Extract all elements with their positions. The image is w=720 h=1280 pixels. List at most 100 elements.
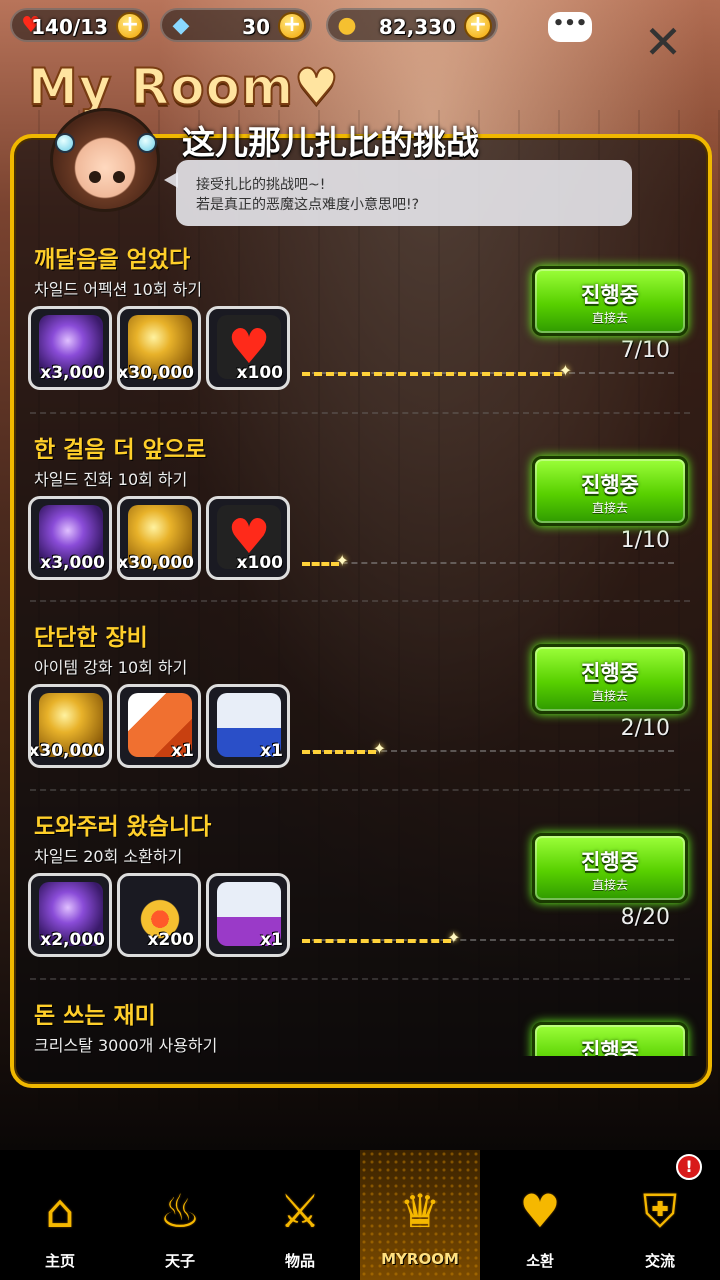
nav-item-物品[interactable]: ⚔ 物品 [240, 1150, 360, 1280]
mission-row: 돈 쓰는 재미크리스탈 3000개 사용하기 진행중直接去 [14, 978, 706, 1056]
hearts-counter: ♥ 140/13 + [10, 8, 150, 42]
close-icon[interactable]: ✕ [640, 19, 686, 68]
mission-row: 도와주러 왔습니다 차일드 20회 소환하기 x2,000 x200 x1 ✦ 8/20 진행… [14, 789, 706, 993]
reward-quantity: x100 [236, 363, 283, 383]
button-sublabel: 直接去 [591, 311, 628, 325]
reward-slot[interactable]: ♥ x100 [206, 496, 290, 580]
nav-label: 物品 [284, 1252, 315, 1270]
gems-value: 30 [242, 15, 270, 39]
reward-quantity: x30,000 [28, 741, 105, 761]
row-divider [30, 789, 690, 791]
row-divider [30, 412, 690, 414]
sparkle-icon: ✦ [372, 739, 387, 758]
sparkle-icon: ✦ [558, 361, 573, 380]
mission-row: 한 걸음 더 앞으로차일드 진화 10회 하기 x3,000 x30,000 ♥ x10… [14, 412, 706, 616]
progress-fill [302, 372, 563, 376]
reward-quantity: x1 [260, 930, 283, 950]
avatar-eye [113, 171, 125, 183]
bottom-nav: ⌂ 主页 ♨ 天子 ⚔ 物品 ♛ MYROOM ♥ 소환 ⛨ 交流 [0, 1150, 720, 1280]
row-divider [30, 978, 690, 980]
reward-slot[interactable]: x1 [117, 684, 201, 768]
mission-row: 깨달음을 얻었다차일드 어펙션 10회 하기 x3,000 x30,000 ♥ x100… [14, 236, 706, 426]
mission-title: 돈 쓰는 재미 [34, 1003, 156, 1029]
nav-item-交流[interactable]: ⛨ 交流 [600, 1150, 720, 1280]
sparkle-icon: ✦ [335, 551, 349, 570]
nav-item-天子[interactable]: ♨ 天子 [120, 1150, 240, 1280]
progress-count: 8/20 [620, 905, 670, 930]
mission-title: 도와주러 왔습니다 [34, 814, 212, 840]
reward-quantity: x3,000 [40, 553, 105, 573]
add-gold-button[interactable]: + [464, 12, 492, 40]
reward-slot[interactable]: x1 [206, 684, 290, 768]
mission-description: 아이템 강화 10회 하기 [34, 658, 188, 677]
in-progress-button[interactable]: 진행중 直接去 [532, 266, 688, 336]
reward-quantity: x100 [236, 553, 283, 573]
mission-description: 차일드 어펙션 10회 하기 [34, 280, 203, 299]
in-progress-button[interactable]: 진행중直接去 [532, 644, 688, 714]
mission-list[interactable]: 깨달음을 얻었다 차일드 어펙션 10회 하기 x3,000 x30,000 ♥ x100… [14, 236, 706, 1056]
reward-slot[interactable]: ♥ x100 [206, 306, 290, 390]
in-progress-button[interactable]: 진행중直接去 [532, 1022, 688, 1056]
gems-counter: ◆ 30 + [160, 8, 312, 42]
avatar [50, 108, 160, 212]
nav-item-소환[interactable]: ♥ 소환 [480, 1150, 600, 1280]
button-label: 진행중 [581, 283, 639, 307]
flame-icon: ♨ [159, 1184, 201, 1238]
reward-slot[interactable]: x1 [206, 873, 290, 957]
challenge-title: 这儿那儿扎比的挑战 [182, 123, 479, 162]
hearts-value: 140/13 [31, 15, 108, 39]
reward-slot[interactable]: x30,000 [117, 306, 201, 390]
home-icon: ⌂ [45, 1184, 75, 1238]
reward-quantity: x2,000 [40, 930, 105, 950]
avatar-eye [89, 171, 101, 183]
reward-slot[interactable]: x3,000 [28, 306, 112, 390]
mission-title: 단단한 장비 [34, 625, 148, 651]
reward-slot[interactable]: x2,000 [28, 873, 112, 957]
shield-icon: ⛨ [642, 1184, 678, 1238]
gold-coin-icon: ● [337, 13, 357, 38]
reward-quantity: x30,000 [117, 553, 194, 573]
progress-count: 2/10 [620, 716, 670, 741]
page-title: My Room♥ [27, 57, 340, 117]
nav-item-myroom[interactable]: ♛ MYROOM [360, 1150, 480, 1280]
speech-bubble: 接受扎比的挑战吧~! 若是真正的恶魔这点难度小意思吧!? [164, 160, 632, 226]
reward-quantity: x3,000 [40, 363, 105, 383]
mission-description: 차일드 20회 소환하기 [34, 847, 183, 866]
gem-icon: ◆ [172, 13, 190, 38]
add-hearts-button[interactable]: + [116, 12, 144, 40]
button-sublabel: 直接去 [591, 501, 628, 515]
mission-row: 단단한 장비아이템 강화 10회 하기 x30,000 x1 x1 ✦ 2/10 진행중 直接… [14, 600, 706, 804]
nav-label: 交流 [644, 1252, 675, 1270]
sword-shield-icon: ⚔ [279, 1184, 321, 1238]
nav-label: 天子 [164, 1252, 195, 1270]
reward-slot[interactable]: x3,000 [28, 496, 112, 580]
in-progress-button[interactable]: 진행중直接去 [532, 456, 688, 526]
button-sublabel: 直接去 [591, 689, 628, 703]
sparkle-icon: ✦ [447, 928, 461, 947]
nav-item-主页[interactable]: ⌂ 主页 [0, 1150, 120, 1280]
mission-description: 크리스탈 3000개 사용하기 [34, 1036, 218, 1055]
progress-fill [302, 750, 377, 754]
mission-title: 한 걸음 더 앞으로 [34, 437, 207, 463]
progress-track [302, 562, 674, 564]
button-label: 진행중 [581, 1039, 639, 1056]
potion-icon: ♥ [519, 1184, 561, 1238]
mission-title: 깨달음을 얻었다 [34, 247, 191, 273]
progress-count: 7/10 [620, 338, 670, 363]
avatar-orb-icon [137, 133, 157, 153]
gold-value: 82,330 [378, 15, 456, 39]
reward-quantity: x1 [171, 741, 194, 761]
reward-slot[interactable]: x30,000 [28, 684, 112, 768]
mission-description: 차일드 진화 10회 하기 [34, 470, 188, 489]
notification-badge: ! [676, 1154, 702, 1180]
reward-slot[interactable]: x200 [117, 873, 201, 957]
reward-slot[interactable]: x30,000 [117, 496, 201, 580]
avatar-orb-icon [55, 133, 75, 153]
chat-icon[interactable]: ••• [548, 12, 592, 42]
in-progress-button[interactable]: 진행중 直接去 [532, 833, 688, 903]
button-label: 진행중 [581, 850, 639, 874]
add-gems-button[interactable]: + [278, 12, 306, 40]
nav-label: MYROOM [381, 1250, 459, 1268]
progress-fill [302, 939, 451, 943]
button-sublabel: 直接去 [591, 878, 628, 892]
